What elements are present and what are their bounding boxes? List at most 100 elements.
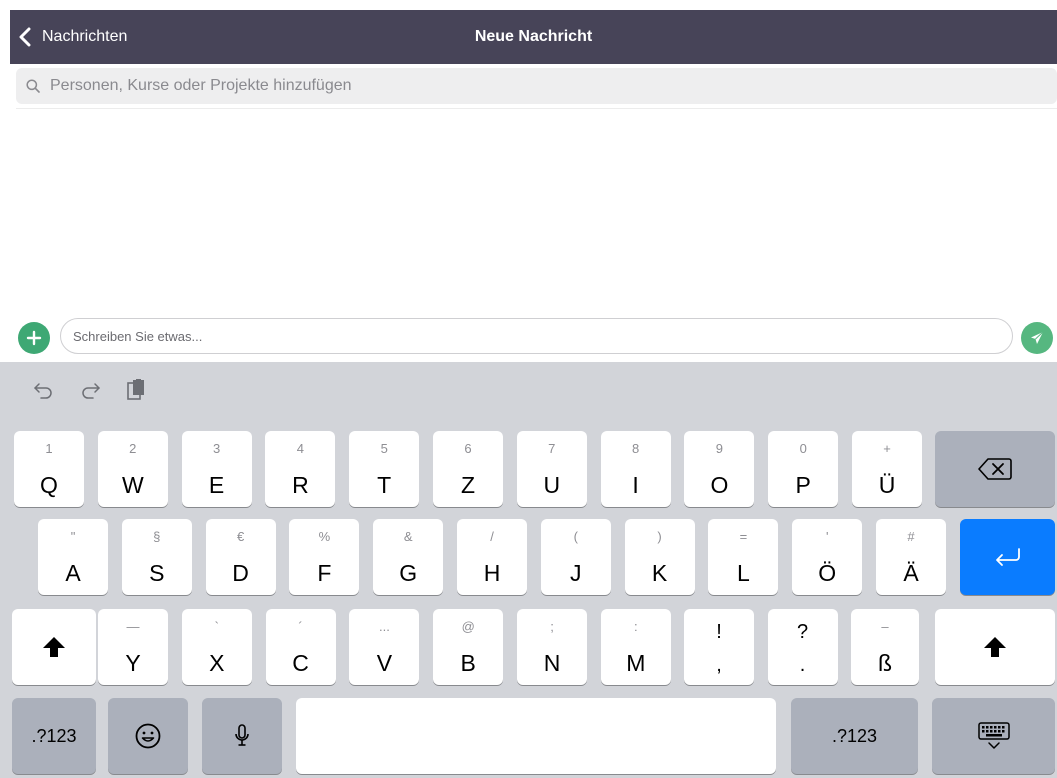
key-g[interactable]: & G bbox=[373, 519, 444, 595]
key-d[interactable]: € D bbox=[205, 519, 276, 595]
send-icon bbox=[1029, 330, 1045, 346]
key-eszett[interactable]: – ß bbox=[851, 609, 919, 685]
key-label: N bbox=[543, 650, 561, 676]
key-label: D bbox=[232, 560, 249, 586]
dictation-key[interactable] bbox=[202, 698, 282, 774]
key-label: C bbox=[292, 650, 309, 676]
key-alt-label: ) bbox=[657, 529, 662, 544]
key-label: H bbox=[483, 560, 501, 586]
key-alt-label: 1 bbox=[45, 441, 53, 456]
key-label: M bbox=[626, 650, 646, 676]
key-v[interactable]: ... V bbox=[349, 609, 420, 685]
recipient-search-input[interactable] bbox=[48, 76, 1057, 96]
key-w[interactable]: 2W bbox=[97, 431, 168, 507]
key-y[interactable]: — Y bbox=[98, 609, 168, 685]
key-alt-label: # bbox=[907, 529, 915, 544]
key-alt-label: = bbox=[739, 529, 748, 544]
hide-keyboard-key[interactable] bbox=[932, 698, 1055, 774]
key-label: E bbox=[208, 472, 225, 498]
key-alt-label: " bbox=[70, 529, 76, 544]
key-alt-label: € bbox=[236, 529, 245, 544]
key-i[interactable]: 8I bbox=[600, 431, 671, 507]
key-label: O bbox=[710, 472, 729, 498]
backspace-key[interactable] bbox=[935, 431, 1055, 507]
numbers-key-label: .?123 bbox=[31, 725, 77, 746]
numbers-key-label: .?123 bbox=[831, 725, 878, 746]
space-bar[interactable] bbox=[296, 698, 776, 774]
key-label: S bbox=[149, 560, 165, 586]
key-o[interactable]: 9O bbox=[684, 431, 755, 507]
key-question-period[interactable]: ?. bbox=[767, 609, 838, 685]
key-alt-label: 8 bbox=[631, 441, 640, 456]
send-button[interactable] bbox=[1021, 322, 1053, 354]
key-r[interactable]: 4R bbox=[265, 431, 336, 507]
key-f[interactable]: % F bbox=[289, 519, 360, 595]
numbers-key-right[interactable]: .?123 bbox=[791, 698, 918, 774]
key-m[interactable]: :M bbox=[600, 609, 671, 685]
key-alt-label: & bbox=[403, 529, 413, 544]
key-ü[interactable]: + Ü bbox=[852, 431, 922, 507]
key-alt-label: 2 bbox=[129, 441, 137, 456]
key-alt-label: / bbox=[490, 529, 494, 544]
key-alt-label: 0 bbox=[799, 441, 807, 456]
key-q[interactable]: 1Q bbox=[14, 431, 84, 507]
key-alt-label: – bbox=[881, 619, 889, 634]
key-alt-label: 5 bbox=[380, 441, 388, 456]
key-t[interactable]: 5T bbox=[349, 431, 420, 507]
numbers-key-left[interactable]: .?123 bbox=[12, 698, 96, 774]
key-a[interactable]: " A bbox=[38, 519, 108, 595]
compose-bar bbox=[0, 314, 1057, 362]
key-label: W bbox=[121, 472, 144, 498]
key-ö[interactable]: ' Ö bbox=[792, 519, 863, 595]
key-bottom-label: , bbox=[716, 654, 722, 676]
key-p[interactable]: 0P bbox=[768, 431, 839, 507]
undo-icon[interactable] bbox=[30, 376, 58, 404]
emoji-key[interactable] bbox=[108, 698, 188, 774]
clipboard-icon[interactable] bbox=[122, 376, 150, 404]
return-key[interactable] bbox=[960, 519, 1055, 595]
key-s[interactable]: § S bbox=[121, 519, 192, 595]
key-label: P bbox=[795, 472, 811, 498]
key-alt-label: 3 bbox=[212, 441, 221, 456]
key-n[interactable]: ; N bbox=[517, 609, 587, 685]
message-input[interactable] bbox=[71, 327, 1012, 345]
add-attachment-button[interactable] bbox=[18, 322, 50, 354]
navigation-bar: Nachrichten Neue Nachricht bbox=[10, 10, 1057, 64]
shift-key-left[interactable] bbox=[12, 609, 96, 685]
key-top-label: ? bbox=[796, 621, 809, 643]
key-ä[interactable]: # Ä bbox=[876, 519, 946, 595]
key-alt-label: 4 bbox=[296, 441, 304, 456]
key-x[interactable]: ` X bbox=[181, 609, 252, 685]
key-z[interactable]: 6Z bbox=[433, 431, 503, 507]
key-e[interactable]: 3E bbox=[181, 431, 252, 507]
back-button[interactable]: Nachrichten bbox=[18, 10, 127, 64]
key-h[interactable]: / H bbox=[457, 519, 527, 595]
shift-key-right[interactable] bbox=[935, 609, 1055, 685]
key-l[interactable]: = L bbox=[708, 519, 779, 595]
recipient-search[interactable] bbox=[16, 68, 1057, 104]
page-title: Neue Nachricht bbox=[474, 28, 593, 45]
key-u[interactable]: 7U bbox=[516, 431, 587, 507]
key-b[interactable]: @ B bbox=[433, 609, 504, 685]
key-alt-label: % bbox=[318, 529, 331, 544]
key-alt-label: ; bbox=[550, 619, 554, 634]
key-alt-label: ' bbox=[825, 529, 829, 544]
key-alt-label: 7 bbox=[548, 441, 556, 456]
key-j[interactable]: (J bbox=[540, 519, 611, 595]
key-k[interactable]: ) K bbox=[624, 519, 695, 595]
key-alt-label: 9 bbox=[715, 441, 723, 456]
key-c[interactable]: ´ C bbox=[265, 609, 336, 685]
message-field[interactable] bbox=[60, 318, 1013, 354]
redo-icon[interactable] bbox=[76, 376, 104, 404]
key-alt-label: ( bbox=[573, 529, 578, 544]
key-bottom-label: . bbox=[799, 654, 806, 676]
key-alt-label: ... bbox=[378, 619, 390, 634]
key-exclamation-comma[interactable]: !, bbox=[684, 609, 754, 685]
key-label: R bbox=[292, 472, 309, 498]
search-icon bbox=[26, 78, 42, 94]
shift-icon bbox=[12, 609, 96, 685]
key-label: X bbox=[209, 650, 225, 676]
key-label: ß bbox=[877, 650, 893, 676]
key-label: Q bbox=[40, 472, 58, 498]
back-label: Nachrichten bbox=[42, 28, 128, 45]
